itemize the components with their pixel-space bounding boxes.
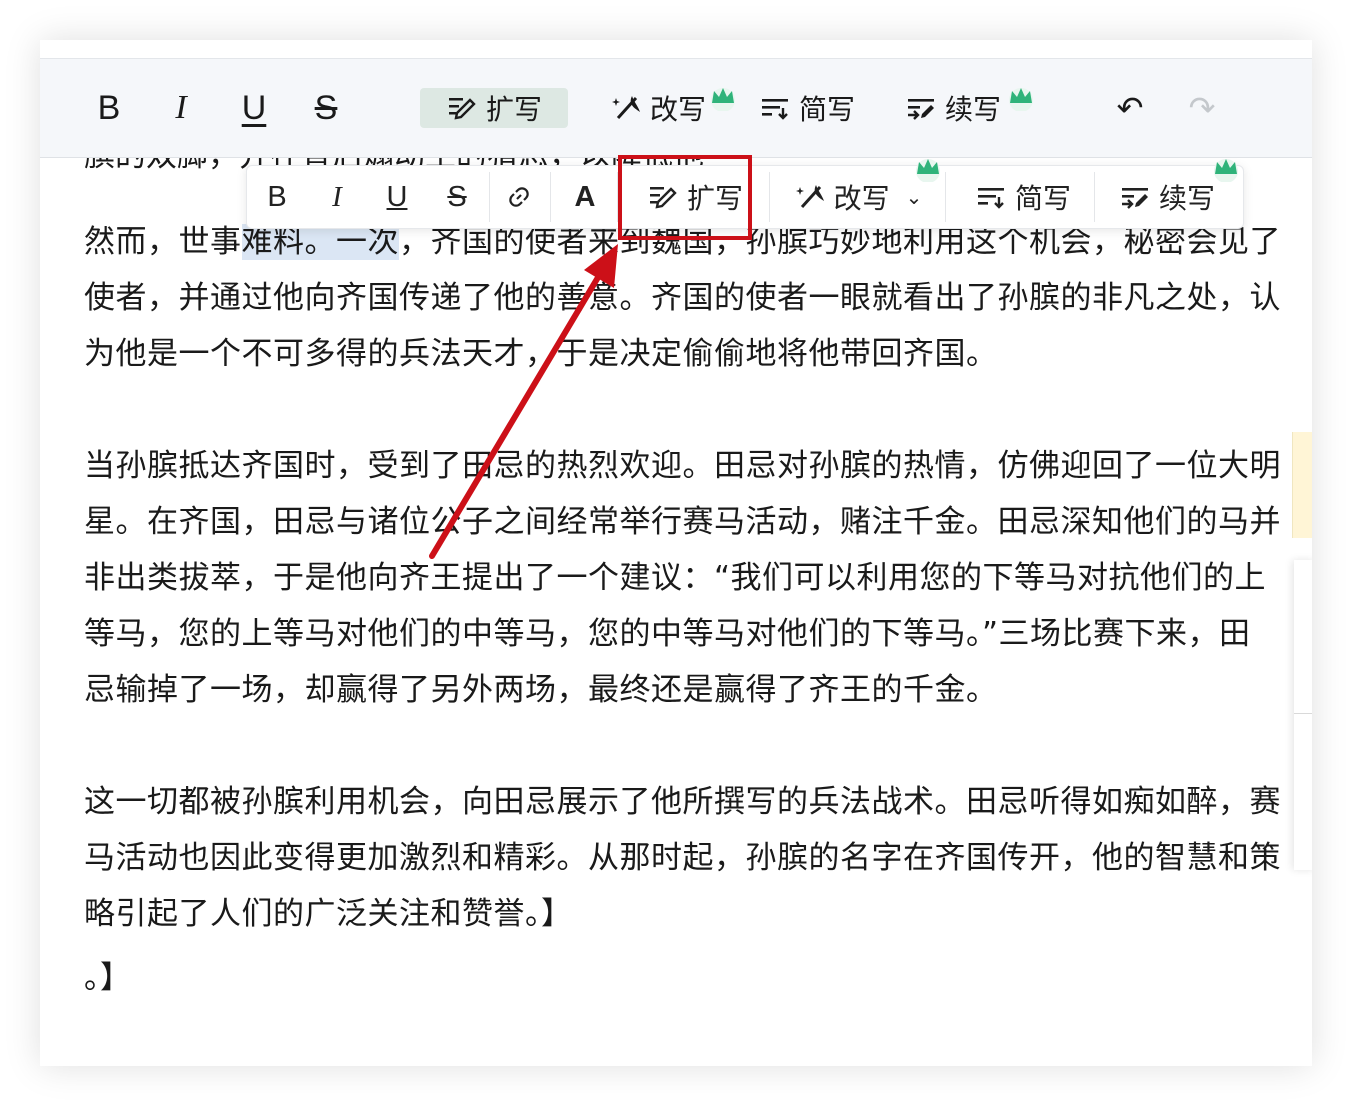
text-line: 。】 [84,960,132,996]
crown-icon [916,159,940,182]
selected-text[interactable]: 难料。一次 [241,224,399,260]
float-link-button[interactable] [489,166,549,228]
link-icon [509,187,529,207]
text-line: 等马，您的上等马对他们的中等马，您的中等马对他们的下等马。”三场比赛下来，田 [84,616,1251,652]
float-shorten-button[interactable]: 简写 [959,166,1087,228]
crown-icon [1009,88,1033,111]
undo-button[interactable]: ↶ [1108,59,1152,157]
expand-write-icon [649,187,677,209]
float-italic-button[interactable]: I [307,166,367,228]
float-bold-button[interactable]: B [247,166,307,228]
strikethrough-button[interactable]: S [303,59,349,157]
editor-window: B I U S 扩写 改写 简写 续写 ↶ ↷ 然而，世事难料。一次，齐国的使者… [40,40,1312,1066]
main-toolbar: B I U S 扩写 改写 简写 续写 ↶ ↷ [40,58,1312,158]
text-line: 马活动也因此变得更加激烈和精彩。从那时起，孙膑的名字在齐国传开，他的智慧和策 [84,840,1281,876]
text-span: 然而，世事 [84,224,242,260]
continue-write-icon [907,99,934,120]
expand-write-icon [448,98,476,120]
paragraph: 。】 [84,950,1312,1006]
shorten-button[interactable]: 简写 [752,59,862,157]
shorten-icon [977,188,1004,209]
text-line: 非出类拔萃，于是他向齐王提出了一个建议：“我们可以利用您的下等马对抗他们的上 [84,560,1267,596]
floating-toolbar: B I U S A 扩写 改写 ⌄ 简写 续写 [246,159,1244,229]
text-span: ，齐国的使者来到魏国，孙膑巧妙地利用这个机会，秘密会见了 [399,224,1281,260]
text-line: 为他是一个不可多得的兵法天才，于是决定偷偷地将他带回齐国。 [84,336,998,372]
chevron-down-icon[interactable]: ⌄ [906,185,923,209]
float-shorten-label: 简写 [1014,182,1071,215]
underline-button[interactable]: U [231,59,277,157]
crown-icon [711,88,735,111]
paragraph: 这一切都被孙膑利用机会，向田忌展示了他所撰写的兵法战术。田忌听得如痴如醉，赛 马… [84,774,1312,942]
float-expand-button[interactable]: 扩写 [639,166,751,228]
float-strike-button[interactable]: S [427,166,487,228]
bold-button[interactable]: B [86,59,132,157]
italic-button[interactable]: I [158,59,204,157]
magic-wand-icon [611,96,640,120]
side-popup-tab[interactable] [1292,432,1312,538]
magic-wand-icon [795,185,824,209]
text-line: 当孙膑抵达齐国时，受到了田忌的热烈欢迎。田忌对孙膑的热情，仿佛迎回了一位大明 [84,448,1281,484]
continue-write-icon [1121,188,1148,209]
paragraph: 然而，世事难料。一次，齐国的使者来到魏国，孙膑巧妙地利用这个机会，秘密会见了 使… [84,214,1312,382]
float-underline-button[interactable]: U [367,166,427,228]
expand-label: 扩写 [485,93,542,126]
float-continue-label: 续写 [1158,182,1215,215]
float-rewrite-label: 改写 [833,182,890,215]
shorten-icon [761,99,788,120]
redo-button[interactable]: ↷ [1180,59,1224,157]
window-top-strip [40,40,1312,58]
continue-label: 续写 [944,93,1001,126]
rewrite-label: 改写 [649,93,706,126]
text-line: 这一切都被孙膑利用机会，向田忌展示了他所撰写的兵法战术。田忌听得如痴如醉，赛 [84,784,1281,820]
side-panel [1294,560,1312,870]
float-text-color-button[interactable]: A [555,166,615,228]
document-content[interactable]: 然而，世事难料。一次，齐国的使者来到魏国，孙膑巧妙地利用这个机会，秘密会见了 使… [84,158,1312,1006]
float-expand-label: 扩写 [686,182,743,215]
text-line: 使者，并通过他向齐国传递了他的善意。齐国的使者一眼就看出了孙膑的非凡之处，认 [84,280,1281,316]
crown-icon [1214,159,1238,182]
continue-button[interactable]: 续写 [898,59,1008,157]
text-line: 略引起了人们的广泛关注和赞誉。】 [84,896,573,932]
shorten-label: 简写 [798,93,855,126]
text-line: 星。在齐国，田忌与诸位公子之间经常举行赛马活动，赌注千金。田忌深知他们的马并 [84,504,1281,540]
paragraph: 当孙膑抵达齐国时，受到了田忌的热烈欢迎。田忌对孙膑的热情，仿佛迎回了一位大明 星… [84,438,1312,718]
expand-button[interactable]: 扩写 [420,88,568,128]
text-line: 忌输掉了一场，却赢得了另外两场，最终还是赢得了齐王的千金。 [84,672,998,708]
